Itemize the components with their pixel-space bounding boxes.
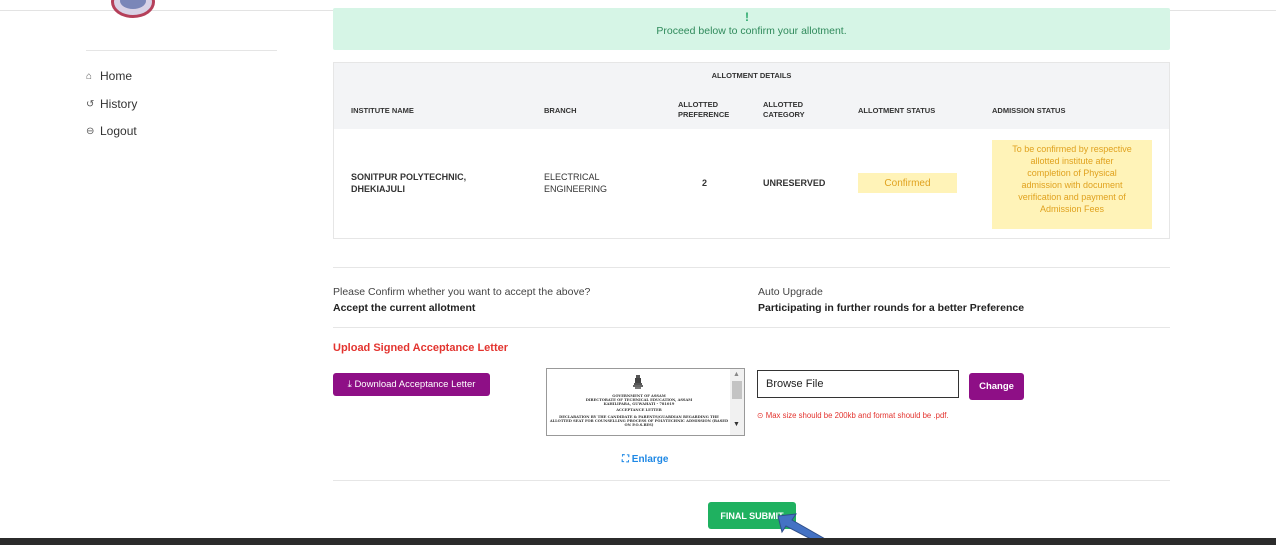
government-emblem-icon [633, 375, 643, 389]
cell-category: UNRESERVED [763, 178, 826, 188]
header-allotment-status: ALLOTMENT STATUS [858, 106, 936, 115]
bottom-bar [0, 538, 1276, 545]
letter-preview[interactable]: GOVERNMENT OF ASSAM DIRECTORATE OF TECHN… [546, 368, 745, 436]
header-admission-status: ADMISSION STATUS [992, 106, 1066, 115]
header-preference-line: PREFERENCE [678, 110, 730, 119]
accept-allotment-option[interactable]: Accept the current allotment [333, 302, 475, 314]
file-upload-input[interactable] [757, 370, 959, 398]
history-icon: ↺ [86, 98, 95, 110]
enlarge-preview-link[interactable]: ⛶ Enlarge [622, 454, 668, 465]
change-file-button[interactable]: Change [969, 373, 1024, 400]
cell-preference: 2 [702, 178, 708, 188]
header-category: ALLOTTED CATEGORY [763, 100, 805, 120]
logout-icon: ⊖ [86, 125, 95, 137]
success-banner: ! Proceed below to confirm your allotmen… [333, 8, 1170, 50]
scroll-down-icon[interactable]: ▼ [733, 421, 740, 428]
table-caption: ALLOTMENT DETAILS [711, 71, 792, 80]
cell-branch-line: ENGINEERING [544, 184, 608, 194]
home-icon: ⌂ [86, 70, 93, 82]
sidebar-item-history[interactable]: ↺ History [86, 97, 137, 111]
header-category-line: ALLOTTED [763, 100, 803, 109]
upload-title: Upload Signed Acceptance Letter [333, 342, 509, 354]
admission-line: Admission Fees [1039, 204, 1105, 214]
download-acceptance-letter-button[interactable]: ⤓ Download Acceptance Letter [333, 373, 490, 396]
auto-upgrade-option[interactable]: Participating in further rounds for a be… [758, 302, 1024, 314]
sidebar-item-label: Home [100, 69, 133, 83]
header-branch: BRANCH [544, 106, 577, 115]
auto-upgrade-title: Auto Upgrade [758, 286, 823, 298]
scroll-up-icon[interactable]: ▲ [733, 371, 740, 378]
allotment-table: ALLOTMENT DETAILS INSTITUTE NAME BRANCH … [333, 62, 1170, 239]
status-badge: Confirmed [858, 173, 957, 193]
letter-document: GOVERNMENT OF ASSAM DIRECTORATE OF TECHN… [547, 369, 731, 435]
confirm-question: Please Confirm whether you want to accep… [333, 286, 591, 298]
sidebar-divider [86, 50, 277, 51]
admission-line: admission with document [1021, 180, 1123, 190]
section-divider [333, 267, 1170, 268]
cell-branch: ELECTRICAL ENGINEERING [544, 171, 607, 195]
letter-line: KAHILIPARA, GUWAHATI - 781019 [603, 402, 675, 406]
logo [111, 0, 155, 18]
header-category-line: CATEGORY [763, 110, 805, 119]
scroll-thumb[interactable] [732, 381, 742, 399]
header-preference: ALLOTTED PREFERENCE [678, 100, 729, 120]
admission-line: allotted institute after [1030, 156, 1114, 166]
sidebar-item-label: Logout [100, 124, 137, 138]
admission-line: verification and payment of [1018, 192, 1126, 202]
admission-status-badge: To be confirmed by respective allotted i… [992, 140, 1152, 229]
cell-institute: SONITPUR POLYTECHNIC, DHEKIAJULI [351, 171, 466, 195]
sidebar-item-home[interactable]: ⌂ Home [86, 69, 132, 83]
header-institute: INSTITUTE NAME [351, 106, 414, 115]
letter-line: ON P.O.S.RES) [624, 423, 654, 427]
admission-line: To be confirmed by respective [1012, 144, 1132, 154]
cell-institute-line: DHEKIAJULI [351, 184, 406, 194]
alert-icon: ! [745, 10, 749, 24]
cell-institute-line: SONITPUR POLYTECHNIC, [351, 172, 467, 182]
section-divider [333, 327, 1170, 328]
table-header: ALLOTMENT DETAILS INSTITUTE NAME BRANCH … [334, 63, 1169, 129]
logo-emblem [120, 0, 146, 9]
admission-line: completion of Physical [1027, 168, 1117, 178]
file-size-hint: ⊙ Max size should be 200kb and format sh… [757, 411, 949, 420]
sidebar-item-label: History [100, 97, 138, 111]
header-preference-line: ALLOTTED [678, 100, 718, 109]
banner-message: Proceed below to confirm your allotment. [656, 25, 847, 37]
section-divider [333, 480, 1170, 481]
sidebar-item-logout[interactable]: ⊖ Logout [86, 124, 137, 138]
preview-scrollbar[interactable]: ▲ ▼ [730, 369, 744, 435]
cell-branch-line: ELECTRICAL [544, 172, 600, 182]
letter-line: ACCEPTANCE LETTER [616, 408, 662, 412]
